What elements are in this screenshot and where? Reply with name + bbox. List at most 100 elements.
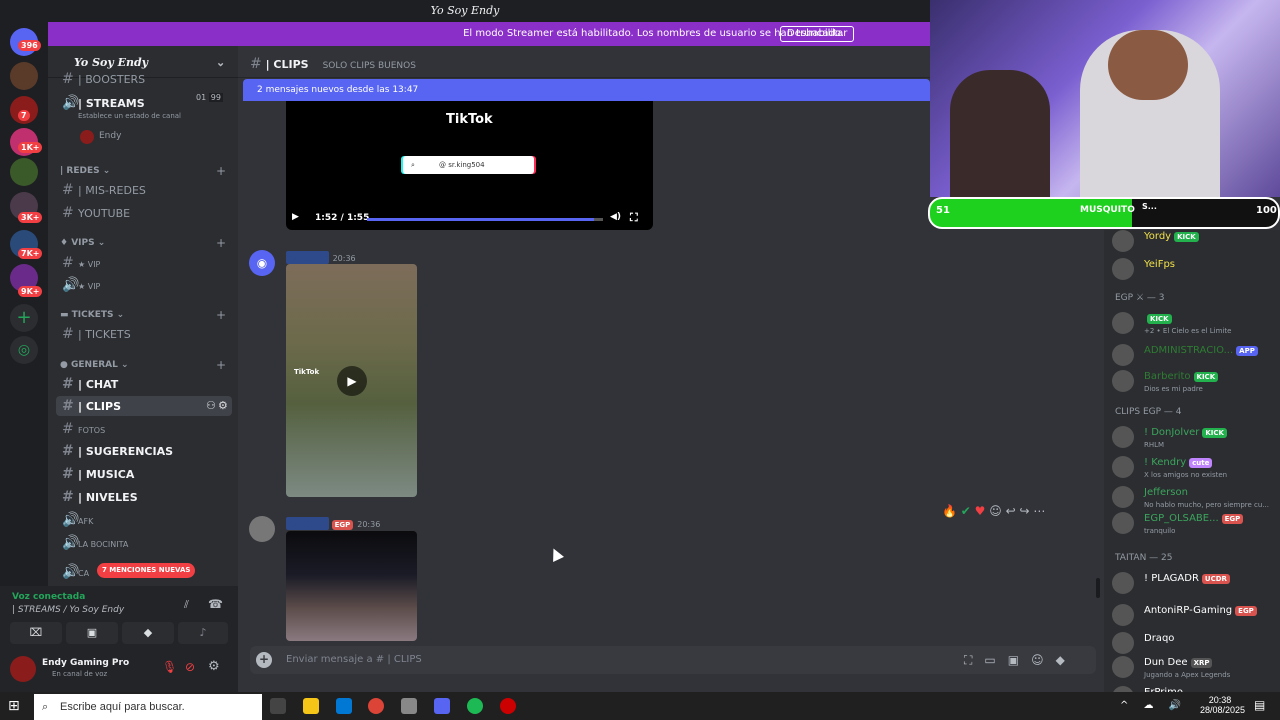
camera-button[interactable]: ⌧ (10, 622, 62, 644)
check-reaction-icon[interactable]: ✔ (961, 504, 971, 518)
mute-icon[interactable]: 🎙 (162, 660, 177, 674)
member-item[interactable]: Dun Dee XRP Jugando a Apex Legends (1112, 654, 1280, 682)
member-item[interactable]: Yordy KICK (1112, 228, 1280, 256)
member-item[interactable]: ! PLAGADR UCDR (1112, 570, 1280, 598)
play-icon[interactable]: ▶ (337, 366, 367, 396)
add-channel-icon[interactable]: + (216, 308, 226, 322)
category-vips[interactable]: ♦ VIPS ⌄ (60, 238, 105, 248)
avatar[interactable]: ◉ (249, 250, 275, 276)
add-channel-icon[interactable]: + (216, 236, 226, 250)
channel-boosters[interactable]: # | BOOSTERS (56, 70, 232, 88)
attach-button[interactable]: + (256, 652, 272, 668)
channel-chat[interactable]: # | CHAT (56, 374, 232, 394)
windows-start-icon[interactable]: ⊞ (8, 698, 20, 714)
add-channel-icon[interactable]: + (216, 164, 226, 178)
voice-user-name[interactable]: Endy (99, 131, 121, 141)
fullscreen-icon[interactable]: ⛶ (630, 211, 638, 225)
channel-musica[interactable]: # | MUSICA (56, 464, 232, 484)
play-icon[interactable]: ▶ (292, 212, 299, 222)
channel-vip-voice[interactable]: 🔊★ VIP (56, 275, 232, 295)
channel-sugerencias[interactable]: # | SUGERENCIAS (56, 441, 232, 461)
avatar[interactable] (249, 516, 275, 542)
channel-tickets[interactable]: # | TICKETS (56, 324, 232, 344)
user-name[interactable]: Endy Gaming Pro (42, 658, 129, 668)
system-tray[interactable]: ^ ☁ 🔊 (1120, 700, 1187, 711)
video-attachment[interactable] (286, 531, 417, 641)
noise-icon[interactable]: ⫽ (184, 598, 189, 612)
channel-niveles[interactable]: # | NIVELES (56, 487, 232, 507)
reply-icon[interactable]: ↩ (1006, 504, 1016, 518)
member-name-text: Barberito (1144, 371, 1191, 382)
forward-icon[interactable]: ↪ (1020, 504, 1030, 518)
member-item[interactable]: YeiFps (1112, 256, 1280, 284)
category-tickets[interactable]: ▬ TICKETS ⌄ (60, 310, 124, 320)
gear-icon[interactable]: ⚙ (218, 396, 228, 416)
member-item[interactable]: Barberito KICK Dios es mi padre (1112, 368, 1280, 396)
discord-icon[interactable] (434, 698, 450, 714)
chrome-icon[interactable] (368, 698, 384, 714)
member-item[interactable]: ADMINISTRACIO... APP (1112, 342, 1280, 370)
category-general[interactable]: ● GENERAL ⌄ (60, 360, 129, 370)
category-redes[interactable]: | REDES ⌄ (60, 166, 110, 176)
seek-bar[interactable] (367, 218, 603, 221)
member-item[interactable]: AntoniRP-Gaming EGP (1112, 602, 1280, 630)
apps-icon[interactable]: ◆ (1056, 653, 1077, 667)
channel-streams[interactable]: 🔊| STREAMS 01 99 (56, 93, 232, 113)
channel-vip[interactable]: # ★ VIP (56, 253, 232, 273)
taskbar-search[interactable]: ⌕ Escribe aquí para buscar. (34, 694, 262, 720)
sticker-icon[interactable]: ▣ (1008, 653, 1031, 667)
channel-clips[interactable]: # | CLIPS ⚇ ⚙ (56, 396, 232, 416)
fire-reaction-icon[interactable]: 🔥 (942, 504, 957, 518)
channel-mis-redes[interactable]: # | MIS-REDES (56, 180, 232, 200)
gif-icon[interactable]: ▭ (984, 653, 1007, 667)
gift-icon[interactable]: ⛶ (964, 653, 984, 667)
settings-icon[interactable]: ⚙ (208, 659, 220, 674)
member-item[interactable]: KICK +2 • El Cielo es el Limite (1112, 310, 1280, 338)
disconnect-icon[interactable]: ☎ (208, 597, 223, 611)
channel-la-bocinita[interactable]: 🔊LA BOCINITA (56, 533, 232, 553)
add-reaction-icon[interactable]: ☺ (989, 504, 1002, 518)
video-attachment[interactable]: TikTok ▶ (286, 264, 417, 497)
channel-afk[interactable]: 🔊AFK (56, 510, 232, 530)
member-name: Draqo (1144, 633, 1174, 644)
activity-button[interactable]: ◆ (122, 622, 174, 644)
new-messages-bar[interactable]: 2 mensajes nuevos desde las 13:47 (243, 79, 930, 101)
volume-icon[interactable]: ◀) (610, 212, 621, 222)
add-channel-icon[interactable]: + (216, 358, 226, 372)
app-icon[interactable] (401, 698, 417, 714)
author-name-redacted[interactable]: xxxxxx (286, 251, 329, 264)
member-item[interactable]: Jefferson No hablo mucho, pero siempre cu… (1112, 484, 1280, 512)
server-icon[interactable] (10, 158, 38, 186)
more-icon[interactable]: ⋯ (1033, 504, 1045, 518)
scrollbar[interactable] (1096, 578, 1100, 598)
member-item[interactable]: ! Kendry cute X los amigos no existen (1112, 454, 1280, 482)
add-member-icon[interactable]: ⚇ (206, 396, 216, 416)
member-item[interactable]: EGP_OLSABE... EGP tranquilo (1112, 510, 1280, 538)
voice-channel-name[interactable]: | STREAMS / Yo Soy Endy (12, 605, 124, 615)
discover-icon[interactable]: ◎ (10, 336, 38, 364)
author-name-redacted[interactable]: xxxxxx (286, 517, 329, 530)
new-mentions-pill[interactable]: 7 MENCIONES NUEVAS (97, 563, 196, 578)
channel-youtube[interactable]: # YOUTUBE (56, 203, 232, 223)
screenshare-button[interactable]: ▣ (66, 622, 118, 644)
channel-fotos[interactable]: # FOTOS (56, 419, 232, 439)
clock[interactable]: 20:38 28/08/2025 (1200, 695, 1245, 715)
member-item[interactable]: ! DonJolver KICK RHLM (1112, 424, 1280, 452)
deafen-icon[interactable]: ⊘ (185, 660, 195, 674)
soundboard-button[interactable]: ♪ (178, 622, 228, 644)
emoji-icon[interactable]: ☺ (1031, 653, 1056, 667)
channel-status[interactable]: Establece un estado de canal (78, 112, 181, 120)
server-icon[interactable] (10, 62, 38, 90)
file-explorer-icon[interactable] (303, 698, 319, 714)
heart-reaction-icon[interactable]: ♥ (975, 504, 986, 518)
disable-streamer-button[interactable]: Deshabilitar (780, 26, 855, 42)
app-icon[interactable] (500, 698, 516, 714)
voice-connected-label[interactable]: Voz conectada (12, 592, 85, 602)
store-icon[interactable] (336, 698, 352, 714)
add-server-icon[interactable]: + (10, 304, 38, 332)
spotify-icon[interactable] (467, 698, 483, 714)
channel-topic[interactable]: SOLO CLIPS BUENOS (323, 61, 416, 71)
notifications-icon[interactable]: ▤ (1254, 698, 1265, 712)
avatar[interactable] (10, 656, 36, 682)
task-view-icon[interactable] (270, 698, 286, 714)
